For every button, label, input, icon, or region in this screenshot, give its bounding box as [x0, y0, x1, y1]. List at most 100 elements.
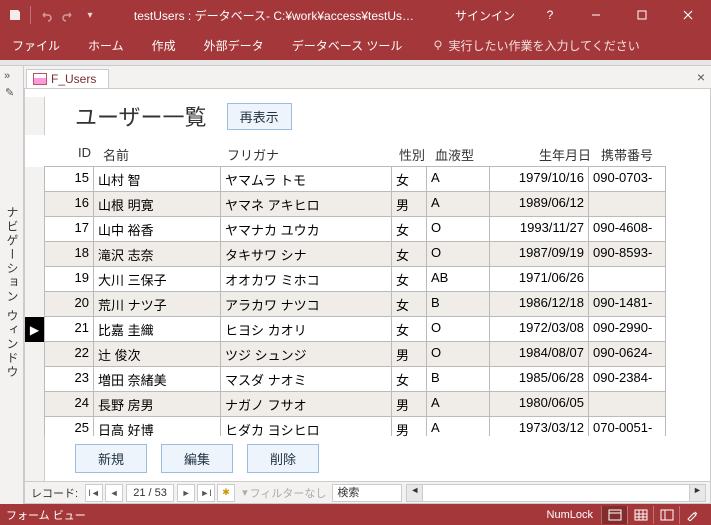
cell-sex[interactable]: 女: [391, 166, 427, 192]
table-row[interactable]: 18滝沢 志奈タキサワ シナ女O1987/09/19090-8593-: [25, 242, 710, 267]
cell-phone[interactable]: 090-0624-: [588, 341, 666, 367]
cell-phone[interactable]: [588, 191, 666, 217]
cell-birth[interactable]: 1980/06/05: [489, 391, 589, 417]
tab-external-data[interactable]: 外部データ: [200, 31, 268, 60]
cell-blood[interactable]: A: [426, 416, 490, 436]
refresh-button[interactable]: 再表示: [227, 103, 292, 130]
table-row[interactable]: 19大川 三保子オオカワ ミホコ女AB1971/06/26: [25, 267, 710, 292]
object-tab-f-users[interactable]: F_Users: [26, 69, 109, 88]
close-tab-button[interactable]: ×: [691, 69, 711, 85]
cell-name[interactable]: 山中 裕香: [93, 216, 221, 242]
undo-icon[interactable]: [37, 6, 55, 24]
cell-id[interactable]: 17: [44, 216, 94, 242]
cell-phone[interactable]: [588, 266, 666, 292]
recnav-search[interactable]: 検索: [332, 484, 402, 502]
cell-phone[interactable]: 090-2990-: [588, 316, 666, 342]
cell-phone[interactable]: 090-8593-: [588, 241, 666, 267]
cell-kana[interactable]: ナガノ フサオ: [220, 391, 392, 417]
cell-name[interactable]: 山村 智: [93, 166, 221, 192]
cell-birth[interactable]: 1986/12/18: [489, 291, 589, 317]
cell-blood[interactable]: B: [426, 291, 490, 317]
cell-sex[interactable]: 女: [391, 291, 427, 317]
help-button[interactable]: ?: [527, 0, 573, 30]
cell-phone[interactable]: 070-0051-: [588, 416, 666, 436]
table-row[interactable]: 20荒川 ナツ子アラカワ ナツコ女B1986/12/18090-1481-: [25, 292, 710, 317]
cell-kana[interactable]: ヤマナカ ユウカ: [220, 216, 392, 242]
cell-blood[interactable]: AB: [426, 266, 490, 292]
maximize-button[interactable]: [619, 0, 665, 30]
cell-birth[interactable]: 1972/03/08: [489, 316, 589, 342]
cell-blood[interactable]: O: [426, 241, 490, 267]
tab-database-tools[interactable]: データベース ツール: [288, 31, 407, 60]
cell-name[interactable]: 山根 明寛: [93, 191, 221, 217]
row-selector[interactable]: [25, 292, 45, 317]
row-selector[interactable]: [25, 192, 45, 217]
cell-phone[interactable]: 090-0703-: [588, 166, 666, 192]
cell-birth[interactable]: 1979/10/16: [489, 166, 589, 192]
cell-kana[interactable]: タキサワ シナ: [220, 241, 392, 267]
cell-id[interactable]: 21: [44, 316, 94, 342]
table-row[interactable]: 23増田 奈緒美マスダ ナオミ女B1985/06/28090-2384-: [25, 367, 710, 392]
save-icon[interactable]: [6, 6, 24, 24]
row-selector[interactable]: [25, 242, 45, 267]
tab-create[interactable]: 作成: [148, 31, 180, 60]
minimize-button[interactable]: [573, 0, 619, 30]
cell-id[interactable]: 22: [44, 341, 94, 367]
cell-sex[interactable]: 男: [391, 416, 427, 436]
tab-home[interactable]: ホーム: [84, 31, 128, 60]
cell-id[interactable]: 20: [44, 291, 94, 317]
navigation-pane-collapsed[interactable]: » ✎ ナビゲーション ウィンドウ: [0, 66, 24, 504]
view-layout-icon[interactable]: [653, 506, 679, 524]
table-row[interactable]: 15山村 智ヤマムラ トモ女A1979/10/16090-0703-: [25, 167, 710, 192]
recnav-prev[interactable]: ◄: [105, 484, 123, 502]
cell-id[interactable]: 24: [44, 391, 94, 417]
recnav-filter[interactable]: ▾ フィルターなし: [236, 485, 332, 501]
cell-sex[interactable]: 女: [391, 241, 427, 267]
cell-id[interactable]: 16: [44, 191, 94, 217]
cell-blood[interactable]: O: [426, 341, 490, 367]
cell-blood[interactable]: O: [426, 216, 490, 242]
cell-blood[interactable]: O: [426, 316, 490, 342]
row-selector[interactable]: [25, 417, 45, 436]
cell-sex[interactable]: 女: [391, 316, 427, 342]
row-selector[interactable]: [25, 217, 45, 242]
cell-name[interactable]: 日高 好博: [93, 416, 221, 436]
cell-id[interactable]: 19: [44, 266, 94, 292]
scroll-right-icon[interactable]: ►: [689, 485, 705, 501]
cell-phone[interactable]: 090-2384-: [588, 366, 666, 392]
cell-kana[interactable]: オオカワ ミホコ: [220, 266, 392, 292]
cell-id[interactable]: 23: [44, 366, 94, 392]
recnav-last[interactable]: ►I: [197, 484, 215, 502]
cell-kana[interactable]: ヒダカ ヨシヒロ: [220, 416, 392, 436]
table-row[interactable]: 24長野 房男ナガノ フサオ男A1980/06/05: [25, 392, 710, 417]
view-design-icon[interactable]: [679, 506, 705, 524]
edit-button[interactable]: 編集: [161, 444, 233, 473]
cell-phone[interactable]: 090-4608-: [588, 216, 666, 242]
cell-id[interactable]: 25: [44, 416, 94, 436]
row-selector[interactable]: [25, 267, 45, 292]
row-selector[interactable]: [25, 367, 45, 392]
cell-kana[interactable]: ヤマムラ トモ: [220, 166, 392, 192]
signin-link[interactable]: サインイン: [443, 7, 527, 24]
cell-sex[interactable]: 男: [391, 341, 427, 367]
cell-birth[interactable]: 1973/03/12: [489, 416, 589, 436]
recnav-first[interactable]: I◄: [85, 484, 103, 502]
cell-phone[interactable]: [588, 391, 666, 417]
table-row[interactable]: 16山根 明寛ヤマネ アキヒロ男A1989/06/12: [25, 192, 710, 217]
cell-birth[interactable]: 1985/06/28: [489, 366, 589, 392]
cell-kana[interactable]: ヒヨシ カオリ: [220, 316, 392, 342]
cell-kana[interactable]: アラカワ ナツコ: [220, 291, 392, 317]
row-selector[interactable]: [25, 167, 45, 192]
cell-name[interactable]: 荒川 ナツ子: [93, 291, 221, 317]
row-selector[interactable]: ▶: [25, 317, 45, 342]
cell-id[interactable]: 18: [44, 241, 94, 267]
cell-kana[interactable]: マスダ ナオミ: [220, 366, 392, 392]
cell-blood[interactable]: A: [426, 191, 490, 217]
table-row[interactable]: 25日高 好博ヒダカ ヨシヒロ男A1973/03/12070-0051-: [25, 417, 710, 436]
redo-icon[interactable]: [59, 6, 77, 24]
cell-name[interactable]: 比嘉 圭織: [93, 316, 221, 342]
cell-sex[interactable]: 男: [391, 391, 427, 417]
table-row[interactable]: 22辻 俊次ツジ シュンジ男O1984/08/07090-0624-: [25, 342, 710, 367]
tell-me[interactable]: 実行したい作業を入力してください: [432, 37, 639, 54]
cell-name[interactable]: 長野 房男: [93, 391, 221, 417]
